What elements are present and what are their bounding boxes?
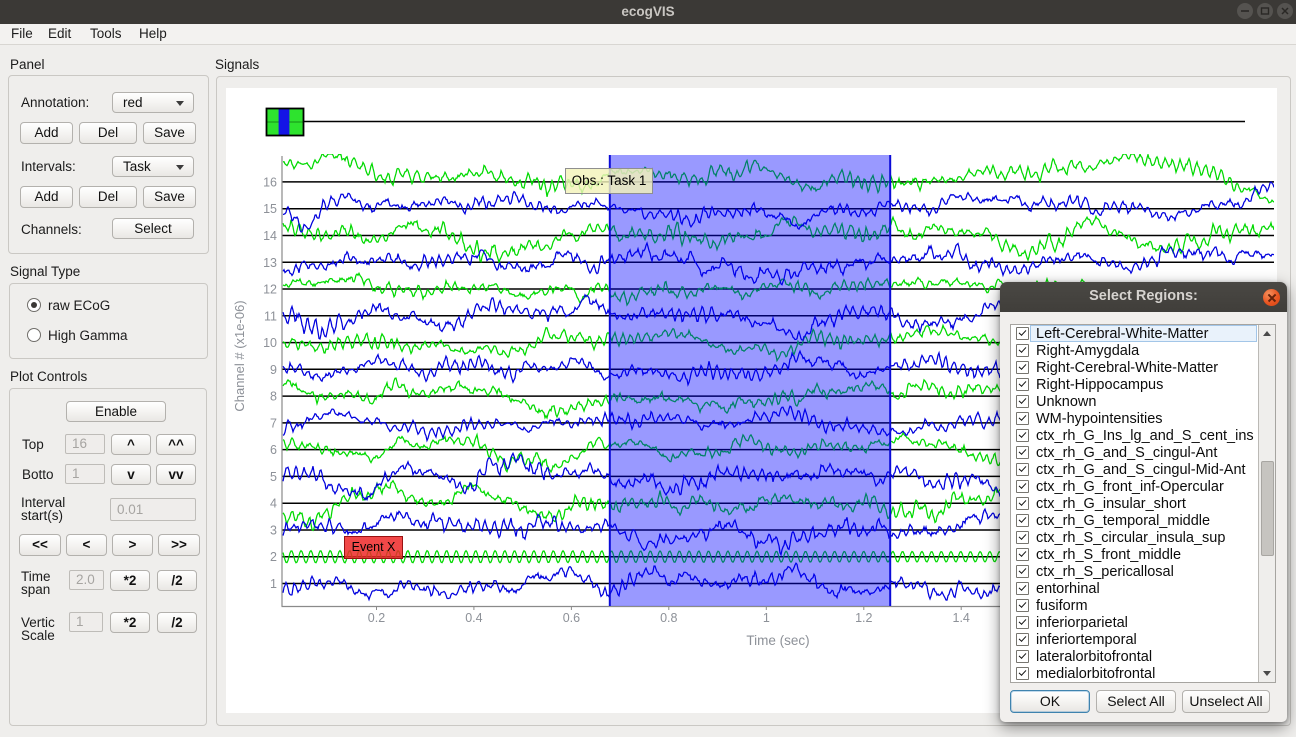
svg-text:12: 12 — [263, 283, 277, 297]
svg-text:Channel # (x1e-06): Channel # (x1e-06) — [232, 300, 247, 411]
svg-text:0.4: 0.4 — [465, 611, 482, 625]
svg-text:0.8: 0.8 — [660, 611, 677, 625]
svg-text:8: 8 — [270, 390, 277, 404]
svg-text:0.2: 0.2 — [368, 611, 385, 625]
svg-text:4: 4 — [270, 497, 277, 511]
svg-text:9: 9 — [270, 363, 277, 377]
svg-text:2: 2 — [270, 550, 277, 564]
svg-text:1: 1 — [763, 611, 770, 625]
svg-text:13: 13 — [263, 256, 277, 270]
svg-text:10: 10 — [263, 336, 277, 350]
svg-text:1.4: 1.4 — [953, 611, 970, 625]
svg-text:16: 16 — [263, 175, 277, 189]
svg-text:Time (sec): Time (sec) — [746, 633, 809, 648]
svg-text:15: 15 — [263, 202, 277, 216]
svg-text:7: 7 — [270, 416, 277, 430]
svg-text:1.2: 1.2 — [855, 611, 872, 625]
svg-text:14: 14 — [263, 229, 277, 243]
svg-text:6: 6 — [270, 443, 277, 457]
svg-text:5: 5 — [270, 470, 277, 484]
svg-text:3: 3 — [270, 524, 277, 538]
svg-text:11: 11 — [264, 309, 277, 323]
svg-text:0.6: 0.6 — [563, 611, 580, 625]
svg-text:1: 1 — [270, 577, 277, 591]
